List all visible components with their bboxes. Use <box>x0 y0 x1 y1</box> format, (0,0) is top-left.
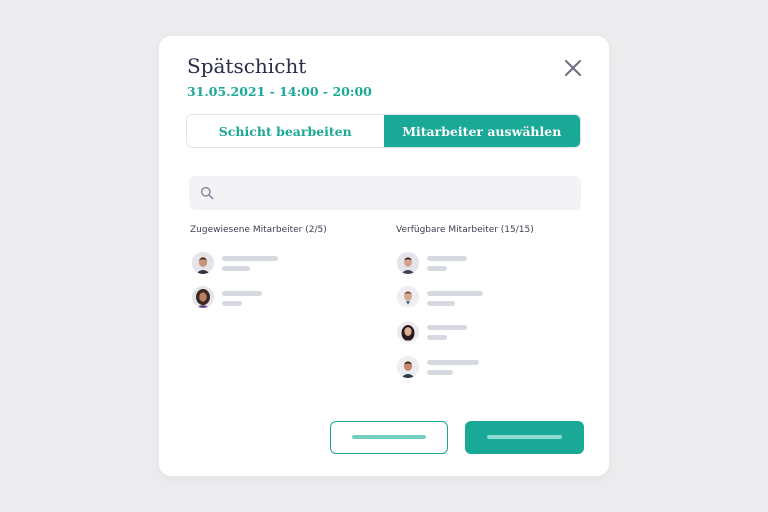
role-placeholder <box>427 266 447 271</box>
tab-edit-shift[interactable]: Schicht bearbeiten <box>187 115 384 147</box>
assigned-employees-heading: Zugewiesene Mitarbeiter (2/5) <box>190 225 327 235</box>
name-placeholder <box>427 360 479 365</box>
search-box <box>189 176 581 212</box>
search-input[interactable] <box>221 176 575 212</box>
avatar <box>192 286 214 308</box>
tab-bar: Schicht bearbeiten Mitarbeiter auswählen <box>186 114 581 148</box>
role-placeholder <box>427 301 455 306</box>
save-button[interactable] <box>465 421 584 454</box>
name-placeholder <box>427 256 467 261</box>
shift-dialog: Spätschicht 31.05.2021 - 14:00 - 20:00 S… <box>159 36 609 476</box>
avatar <box>397 286 419 308</box>
name-placeholder <box>427 325 467 330</box>
name-placeholder <box>222 256 278 261</box>
role-placeholder <box>427 370 453 375</box>
close-button[interactable] <box>561 56 585 80</box>
shift-date-time: 31.05.2021 - 14:00 - 20:00 <box>187 84 372 99</box>
role-placeholder <box>222 301 242 306</box>
avatar <box>192 252 214 274</box>
search-icon <box>200 186 214 200</box>
name-placeholder <box>427 291 483 296</box>
avatar <box>397 321 419 343</box>
role-placeholder <box>427 335 447 340</box>
avatar <box>397 356 419 378</box>
tab-select-employees[interactable]: Mitarbeiter auswählen <box>383 115 580 147</box>
name-placeholder <box>222 291 262 296</box>
button-label-placeholder <box>487 435 562 439</box>
available-employees-heading: Verfügbare Mitarbeiter (15/15) <box>396 225 534 235</box>
role-placeholder <box>222 266 250 271</box>
avatar <box>397 252 419 274</box>
close-icon <box>565 60 581 76</box>
cancel-button[interactable] <box>330 421 448 454</box>
button-label-placeholder <box>352 435 426 439</box>
dialog-title: Spätschicht <box>187 54 307 78</box>
